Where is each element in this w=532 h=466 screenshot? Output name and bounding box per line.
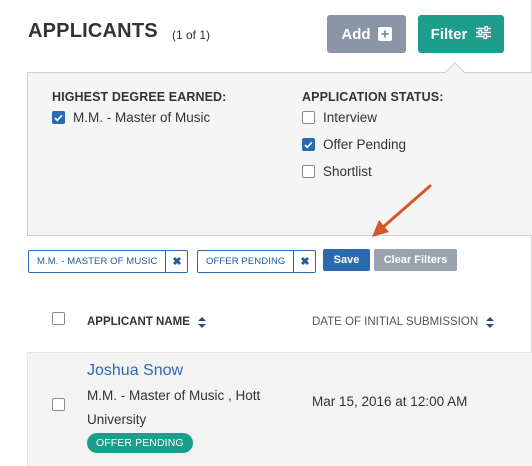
sort-icon [197, 316, 206, 328]
status-option-interview[interactable]: Interview [302, 110, 377, 125]
active-filter-chip: M.M. - MASTER OF MUSIC ✖ [28, 250, 189, 273]
sort-icon [486, 316, 495, 328]
chip-label: OFFER PENDING [206, 256, 286, 267]
column-header-submission-date[interactable]: DATE OF INITIAL SUBMISSION [312, 316, 495, 328]
status-option-shortlist[interactable]: Shortlist [302, 164, 372, 179]
status-badge: OFFER PENDING [87, 433, 193, 453]
option-label: Shortlist [323, 164, 372, 179]
save-button[interactable]: Save [323, 249, 370, 271]
filter-button-label: Filter [430, 25, 468, 43]
degree-filter-title: HIGHEST DEGREE EARNED: [52, 90, 227, 104]
column-label: APPLICANT NAME [87, 316, 190, 328]
add-button[interactable]: Add [327, 15, 406, 53]
option-label: Offer Pending [323, 137, 407, 152]
page-title: APPLICANTS [28, 20, 158, 42]
add-button-label: Add [341, 25, 371, 43]
select-all-checkbox[interactable] [52, 312, 65, 325]
row-checkbox[interactable] [52, 398, 65, 411]
option-label: M.M. - Master of Music [73, 110, 211, 125]
applicant-name-link[interactable]: Joshua Snow [87, 362, 183, 380]
chip-label: M.M. - MASTER OF MUSIC [37, 256, 158, 267]
sliders-icon [476, 25, 492, 43]
close-icon[interactable]: ✖ [293, 251, 315, 272]
column-label: DATE OF INITIAL SUBMISSION [312, 316, 479, 328]
clear-filters-button[interactable]: Clear Filters [374, 249, 457, 271]
applicant-degree: M.M. - Master of Music , Hott University [87, 388, 261, 427]
plus-square-icon [377, 27, 392, 41]
column-header-applicant-name[interactable]: APPLICANT NAME [87, 316, 206, 328]
status-filter-title: APPLICATION STATUS: [302, 90, 444, 104]
status-option-offer-pending[interactable]: Offer Pending [302, 137, 406, 152]
checkbox-checked[interactable] [302, 138, 315, 151]
checkbox[interactable] [302, 111, 315, 124]
checkbox-checked[interactable] [52, 111, 65, 124]
annotation-arrow-icon [372, 184, 432, 237]
checkbox[interactable] [302, 165, 315, 178]
result-count: (1 of 1) [172, 28, 211, 42]
option-label: Interview [323, 110, 378, 125]
applicants-page: APPLICANTS (1 of 1) Add Filter HIGHEST D… [0, 0, 532, 466]
active-filter-chip: OFFER PENDING ✖ [197, 250, 317, 273]
submission-date: Mar 15, 2016 at 12:00 AM [312, 394, 468, 409]
filter-button[interactable]: Filter [418, 15, 504, 53]
degree-option-master-of-music[interactable]: M.M. - Master of Music [52, 110, 210, 125]
close-icon[interactable]: ✖ [165, 251, 187, 272]
